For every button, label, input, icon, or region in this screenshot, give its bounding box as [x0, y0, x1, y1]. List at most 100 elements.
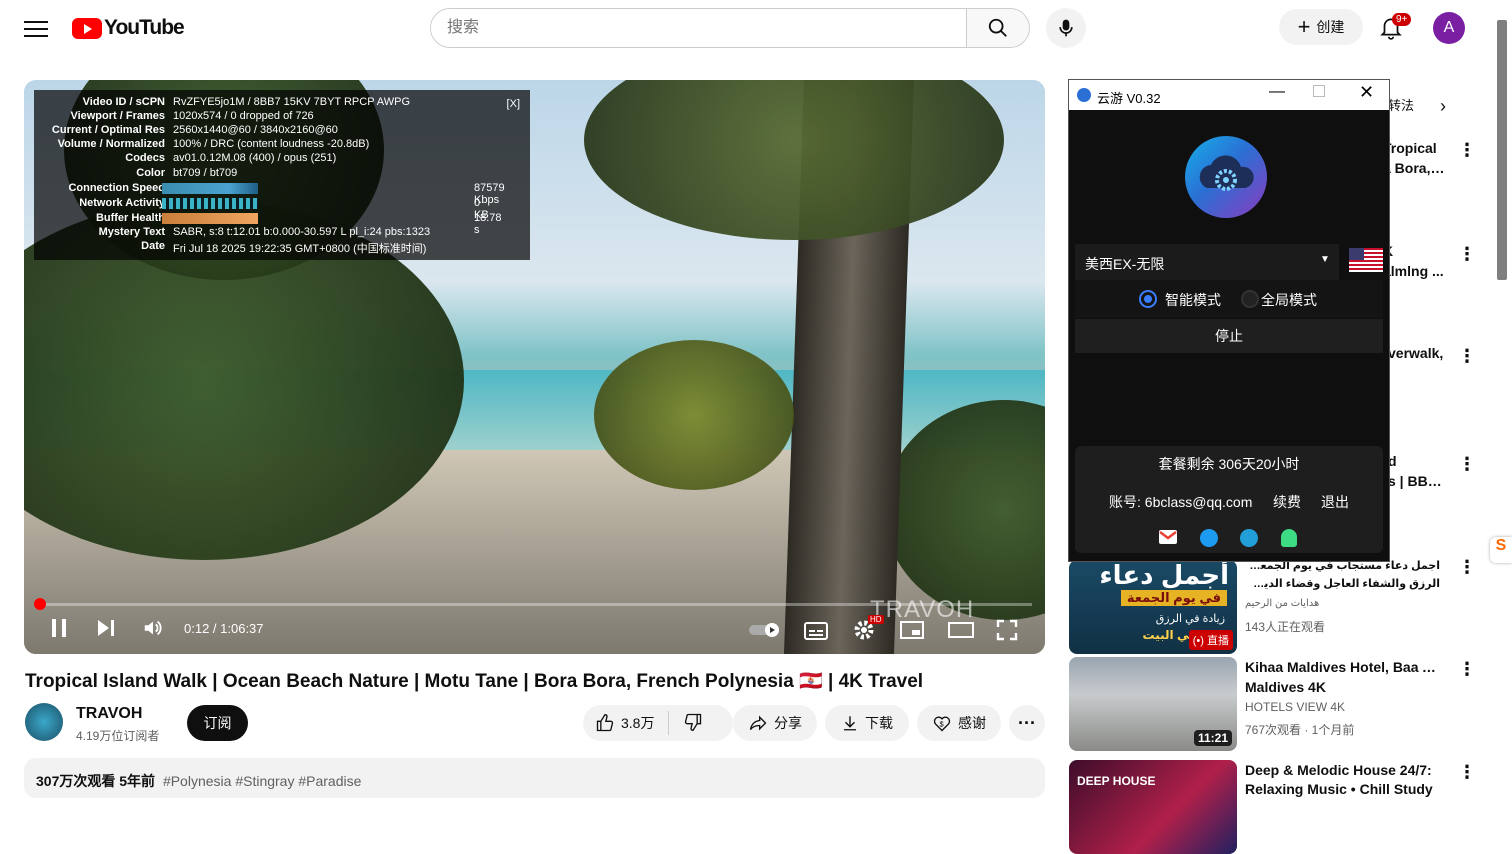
- buffer-health-bar: [162, 213, 258, 224]
- thumbs-up-icon: [596, 713, 614, 732]
- sidebar-item-3-menu[interactable]: ⋮: [1458, 346, 1476, 366]
- stats-row: Mystery Text SABR, s:8 t:12.01 b:0.000-30…: [34, 226, 431, 238]
- sidebar-item-6-meta: 767次观看 · 1个月前: [1245, 723, 1355, 737]
- description-tags[interactable]: #Polynesia #Stingray #Paradise: [163, 773, 361, 789]
- stats-label: Color: [136, 167, 165, 179]
- video-title: Tropical Island Walk | Ocean Beach Natur…: [25, 671, 924, 692]
- settings-button[interactable]: HD: [852, 615, 884, 647]
- sidebar-item-6-title2[interactable]: Maldives 4K: [1245, 677, 1445, 697]
- renew-button[interactable]: 续费: [1273, 492, 1301, 512]
- more-actions-button[interactable]: ···: [1009, 705, 1045, 741]
- chevron-right-icon[interactable]: ›: [1440, 96, 1446, 117]
- android-icon[interactable]: [1281, 529, 1297, 547]
- progress-scrubber[interactable]: [34, 598, 46, 610]
- sidebar-item-4-title[interactable]: d: [1388, 451, 1512, 471]
- popup-titlebar[interactable]: 云游 V0.32 — ✕: [1069, 80, 1389, 110]
- search-box[interactable]: [430, 8, 1030, 48]
- voice-search-button[interactable]: [1046, 8, 1086, 48]
- stats-close-button[interactable]: [X]: [507, 98, 520, 110]
- theater-mode-button[interactable]: [948, 621, 974, 644]
- logout-button[interactable]: 退出: [1321, 492, 1349, 512]
- gmail-envelope-icon: [1159, 531, 1177, 540]
- like-dislike-group: 3.8万: [583, 705, 733, 741]
- share-button[interactable]: 分享: [733, 705, 817, 741]
- maximize-icon[interactable]: [1313, 85, 1325, 97]
- cloud-gear-logo: [1185, 136, 1267, 218]
- stats-row: Codecs av01.0.12M.08 (400) / opus (251): [34, 152, 336, 164]
- pause-button[interactable]: [49, 617, 69, 644]
- account-avatar[interactable]: A: [1433, 12, 1465, 44]
- twitter-icon[interactable]: [1200, 529, 1218, 547]
- subscribe-button[interactable]: 订阅: [187, 705, 248, 741]
- sidebar-item-3-title[interactable]: verwalk,: [1388, 343, 1512, 363]
- sidebar-item-7-menu[interactable]: ⋮: [1458, 762, 1476, 782]
- gmail-icon[interactable]: [1159, 530, 1177, 544]
- sidebar-item-7-title2[interactable]: Relaxing Music • Chill Study: [1245, 779, 1445, 799]
- menu-button[interactable]: [22, 16, 50, 40]
- live-badge: (•) 直播: [1188, 630, 1233, 650]
- sidebar-item-5-title2[interactable]: الرزق والشفاء العاجل وقضاء الدين بأذن ال…: [1245, 574, 1440, 594]
- popup-title: 云游 V0.32: [1097, 91, 1161, 106]
- close-icon[interactable]: ✕: [1359, 82, 1374, 103]
- server-select[interactable]: 美西EX-无限 ▼: [1075, 244, 1339, 281]
- like-divider: [668, 711, 670, 735]
- telegram-icon[interactable]: [1240, 529, 1258, 547]
- stats-label: Mystery Text: [98, 226, 165, 238]
- theater-icon: [948, 622, 974, 638]
- sidebar-item-4-menu[interactable]: ⋮: [1458, 454, 1476, 474]
- search-button[interactable]: [966, 9, 1029, 47]
- account-email: 账号: 6bclass@qq.com: [1109, 494, 1253, 510]
- stats-row: Current / Optimal Res 2560x1440@60 / 3840…: [34, 124, 338, 136]
- sidebar-item-4-title2[interactable]: s | BBC ...: [1388, 471, 1445, 491]
- side-extension-icon[interactable]: S: [1490, 537, 1512, 563]
- sidebar-item-1-menu[interactable]: ⋮: [1458, 140, 1476, 160]
- stats-row: Viewport / Frames 1020x574 / 0 dropped of…: [34, 110, 313, 122]
- like-button[interactable]: 3.8万: [595, 713, 654, 733]
- sidebar-item-7-title[interactable]: Deep & Melodic House 24/7:: [1245, 760, 1445, 780]
- minimize-icon[interactable]: —: [1269, 83, 1285, 101]
- smart-mode-label[interactable]: 智能模式: [1165, 290, 1221, 310]
- dislike-button[interactable]: [683, 712, 703, 735]
- stats-label: Video ID / sCPN: [82, 96, 165, 108]
- sidebar-item-7-thumbnail[interactable]: DEEP HOUSE: [1069, 760, 1237, 854]
- scene-palm-fronds: [584, 80, 1004, 240]
- sidebar-item-1-title2[interactable]: a Bora, ...: [1383, 158, 1445, 178]
- channel-avatar[interactable]: [25, 703, 63, 741]
- miniplayer-button[interactable]: [900, 620, 924, 645]
- stop-button[interactable]: 停止: [1075, 319, 1383, 353]
- create-button[interactable]: + 创建: [1279, 9, 1363, 45]
- download-icon: [844, 716, 856, 731]
- stats-label: Connection Speed: [68, 182, 165, 194]
- live-badge-label: 直播: [1207, 635, 1229, 647]
- smart-mode-radio[interactable]: [1139, 290, 1157, 308]
- global-mode-radio[interactable]: [1241, 290, 1259, 308]
- sidebar-item-5-thumbnail[interactable]: أجمل دعاء في يوم الجمعة زيادة في الرزق ف…: [1069, 560, 1237, 654]
- progress-bar[interactable]: [38, 603, 1032, 606]
- volume-button[interactable]: [142, 617, 164, 644]
- sidebar-item-5-menu[interactable]: ⋮: [1458, 557, 1476, 577]
- download-button[interactable]: 下载: [825, 705, 909, 741]
- description-meta: 307万次观看 5年前 #Polynesia #Stingray #Paradi…: [36, 771, 361, 791]
- sidebar-item-6-menu[interactable]: ⋮: [1458, 659, 1476, 679]
- sidebar-item-1-title[interactable]: Tropical: [1383, 138, 1512, 158]
- sidebar-item-6-thumbnail[interactable]: 11:21: [1069, 657, 1237, 751]
- global-mode-label[interactable]: 全局模式: [1261, 290, 1317, 310]
- sidebar-item-2-title[interactable]: K: [1383, 241, 1512, 261]
- channel-name[interactable]: TRAVOH: [76, 705, 142, 723]
- autoplay-toggle-icon: [749, 623, 779, 637]
- autoplay-toggle[interactable]: [748, 621, 784, 644]
- search-input[interactable]: [431, 9, 966, 47]
- page-scrollbar-thumb[interactable]: [1497, 20, 1507, 280]
- sidebar-item-2-menu[interactable]: ⋮: [1458, 244, 1476, 264]
- fullscreen-button[interactable]: [996, 619, 1018, 646]
- youtube-logo[interactable]: YouTube: [72, 16, 185, 39]
- chip-partial[interactable]: 转法: [1388, 95, 1414, 114]
- sidebar-item-2-title2[interactable]: almlng ...: [1383, 261, 1445, 281]
- thanks-button[interactable]: $ 感谢: [917, 705, 1001, 741]
- next-button[interactable]: [96, 617, 116, 644]
- video-player[interactable]: [X] Video ID / sCPN RvZFYE5jo1M / 8BB7 15…: [24, 80, 1045, 654]
- sidebar-item-6-title[interactable]: Kihaa Maldives Hotel, Baa Atoll: [1245, 657, 1445, 677]
- subtitles-button[interactable]: [804, 622, 828, 645]
- microphone-icon: [1059, 19, 1073, 37]
- server-name: 美西EX-无限: [1085, 256, 1165, 272]
